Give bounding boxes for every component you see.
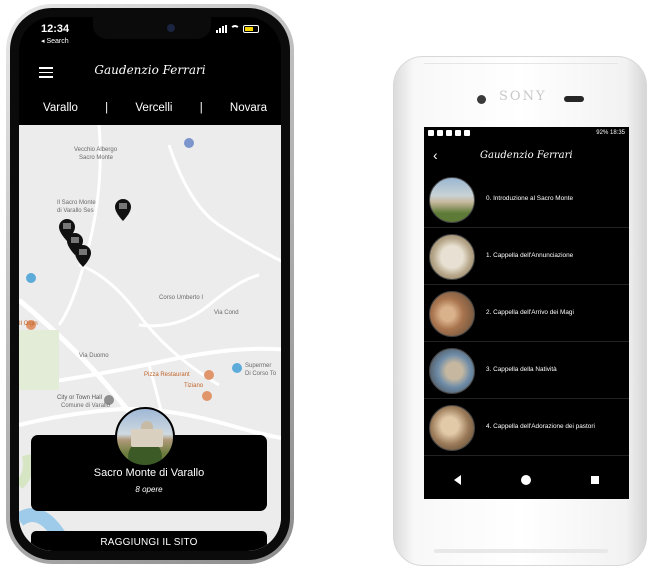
back-arrow-icon[interactable]: ‹ [433, 147, 438, 163]
earpiece-speaker [564, 96, 584, 102]
status-right: 92% 18:35 [596, 130, 625, 136]
android-screen: 92% 18:35 ‹ Gaudenzio Ferrari 0. Introdu… [424, 127, 629, 499]
chapel-list: 0. Introduzione al Sacro Monte 1. Cappel… [424, 171, 629, 456]
poi-label: Sacro Monte [79, 155, 114, 161]
poi-label: Comune di Varallo [61, 403, 110, 409]
sony-logo: SONY [499, 89, 547, 104]
app-header: Gaudenzio Ferrari [19, 51, 281, 91]
android-app-header: ‹ Gaudenzio Ferrari [424, 143, 629, 169]
map-pin-icon[interactable] [75, 245, 91, 267]
brand-title: Gaudenzio Ferrari [94, 63, 206, 77]
iphone-device: 12:34 ◂ Search Gaudenzio Ferrari Varallo… [6, 4, 294, 564]
battery-icon [243, 25, 259, 33]
list-item-label: 2. Cappella dell'Arrivo dei Magi [486, 309, 574, 316]
front-camera [167, 24, 175, 32]
list-item-label: 3. Cappella della Natività [486, 366, 557, 373]
site-works-count: 8 opere [135, 485, 163, 494]
list-item-label: 0. Introduzione al Sacro Monte [486, 195, 574, 202]
poi-label: Il Olgin [19, 321, 38, 327]
status-time: 12:34 [41, 23, 70, 35]
poi-label: di Varallo Ses [57, 208, 94, 214]
poi-label: Via Cond [214, 310, 239, 316]
tab-varallo[interactable]: Varallo [43, 102, 78, 114]
poi-label: Corso Umberto I [159, 295, 204, 301]
map-view[interactable]: Vecchio Albergo Sacro Monte Il Sacro Mon… [19, 125, 281, 551]
chapel-thumbnail [429, 177, 475, 223]
battery-level: 92% [596, 130, 609, 136]
list-item-label: 1. Cappella dell'Annunciazione [486, 252, 574, 259]
front-camera [477, 95, 486, 104]
tab-novara[interactable]: Novara [230, 102, 267, 114]
notch [93, 17, 211, 39]
chapel-thumbnail [429, 234, 475, 280]
status-time: 18:35 [609, 130, 625, 136]
chapel-thumbnail [429, 348, 475, 394]
list-item[interactable]: 0. Introduzione al Sacro Monte [424, 171, 629, 228]
list-item[interactable]: 3. Cappella della Natività [424, 342, 629, 399]
city-tabs: Varallo | Vercelli | Novara [19, 93, 281, 123]
notification-icons [428, 130, 470, 136]
list-item[interactable]: 1. Cappella dell'Annunciazione [424, 228, 629, 285]
signal-icon [216, 25, 227, 33]
back-to-search-link[interactable]: ◂ Search [41, 37, 69, 45]
android-nav-bar [424, 461, 629, 499]
tab-separator: | [199, 102, 203, 114]
poi-label: Vecchio Albergo [74, 147, 118, 153]
poi-label: Pizza Restaurant [144, 372, 190, 378]
tab-separator: | [105, 102, 109, 114]
nav-back-icon[interactable] [454, 475, 461, 485]
iphone-screen: 12:34 ◂ Search Gaudenzio Ferrari Varallo… [19, 17, 281, 551]
nav-home-icon[interactable] [521, 475, 531, 485]
list-item-label: 4. Cappella dell'Adorazione dei pastori [486, 423, 595, 430]
brand-title: Gaudenzio Ferrari [480, 150, 573, 161]
site-name: Sacro Monte di Varallo [93, 467, 205, 479]
chapel-thumbnail [429, 405, 475, 451]
reach-site-button[interactable]: RAGGIUNGI IL SITO [31, 531, 267, 551]
nav-recents-icon[interactable] [591, 476, 599, 484]
poi-label: Tiziano [184, 383, 204, 389]
wifi-icon [230, 25, 240, 33]
bottom-speaker [434, 549, 608, 553]
poi-label: Di Corso To [245, 371, 277, 377]
tab-vercelli[interactable]: Vercelli [135, 102, 172, 114]
poi-label: Il Sacro Monte [57, 200, 96, 206]
poi-label: Supermer [245, 363, 272, 369]
chapel-thumbnail [429, 291, 475, 337]
poi-label: City or Town Hall [57, 395, 102, 401]
site-photo [115, 407, 175, 467]
poi-label: Via Duomo [79, 353, 109, 359]
android-status-bar: 92% 18:35 [424, 127, 629, 141]
list-item[interactable]: 4. Cappella dell'Adorazione dei pastori [424, 399, 629, 456]
iphone-bezel: 12:34 ◂ Search Gaudenzio Ferrari Varallo… [10, 8, 290, 560]
status-icons [216, 25, 259, 33]
android-device: SONY 92% 18:35 ‹ Gaudenzio Ferrari 0. In… [393, 56, 647, 566]
map-pin-icon[interactable] [115, 199, 131, 221]
list-item[interactable]: 2. Cappella dell'Arrivo dei Magi [424, 285, 629, 342]
device-showcase: 12:34 ◂ Search Gaudenzio Ferrari Varallo… [0, 0, 648, 567]
